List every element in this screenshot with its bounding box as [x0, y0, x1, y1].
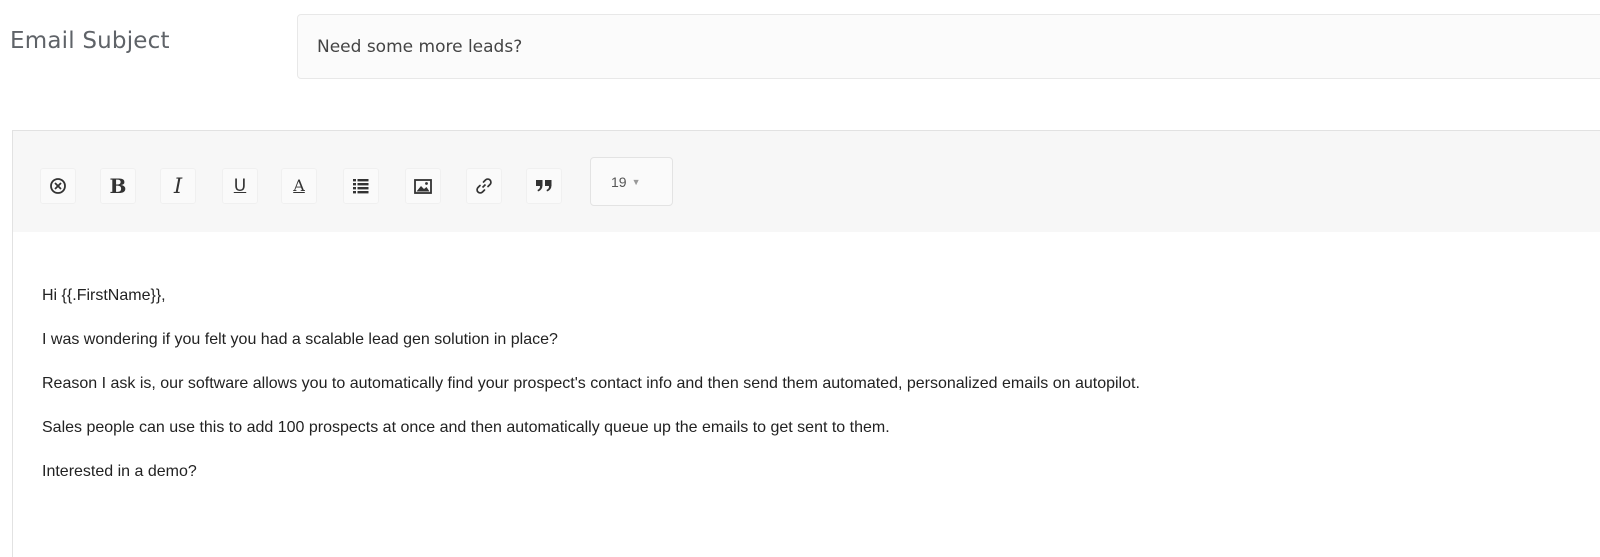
quote-icon — [535, 179, 553, 193]
editor-toolbar: B I U A 19 ▼ — [13, 131, 1600, 233]
underline-button[interactable]: U — [222, 168, 258, 204]
list-button[interactable] — [343, 168, 379, 204]
underline-icon: U — [233, 175, 247, 196]
font-size-value: 19 — [611, 173, 627, 190]
email-subject-input[interactable] — [297, 14, 1600, 79]
italic-button[interactable]: I — [160, 168, 196, 204]
font-color-button[interactable]: A — [281, 168, 317, 204]
font-color-icon: A — [293, 176, 305, 195]
email-subject-label: Email Subject — [10, 28, 170, 54]
rich-text-editor: B I U A 19 ▼ Hi {{.FirstName}}, I was wo… — [12, 130, 1600, 557]
remove-format-icon — [49, 177, 67, 195]
list-icon — [352, 178, 370, 194]
insert-link-button[interactable] — [466, 168, 502, 204]
editor-body[interactable]: Hi {{.FirstName}}, I was wondering if yo… — [13, 232, 1600, 557]
body-paragraph: Reason I ask is, our software allows you… — [42, 375, 1140, 392]
body-paragraph: Interested in a demo? — [42, 463, 197, 480]
body-paragraph: Sales people can use this to add 100 pro… — [42, 419, 890, 436]
bold-button[interactable]: B — [100, 168, 136, 204]
image-icon — [414, 178, 432, 194]
insert-image-button[interactable] — [405, 168, 441, 204]
remove-format-button[interactable] — [40, 168, 76, 204]
link-icon — [475, 177, 493, 195]
blockquote-button[interactable] — [526, 168, 562, 204]
body-paragraph: Hi {{.FirstName}}, — [42, 287, 166, 304]
email-composer: Email Subject B I U — [0, 0, 1600, 557]
caret-down-icon: ▼ — [631, 176, 641, 187]
italic-icon: I — [173, 173, 183, 198]
font-size-dropdown[interactable]: 19 ▼ — [590, 157, 673, 206]
bold-icon: B — [109, 174, 127, 198]
body-paragraph: I was wondering if you felt you had a sc… — [42, 331, 558, 348]
